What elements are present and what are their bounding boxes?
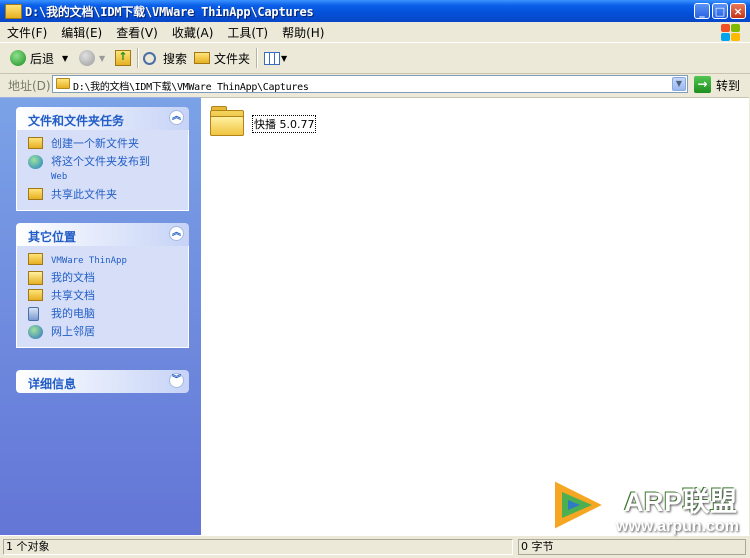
title-bar[interactable]: D:\我的文档\IDM下载\VMWare ThinApp\Captures _ … [0, 0, 750, 23]
back-button[interactable]: 后退 ▼ [10, 48, 68, 68]
task-publish-web-label-2: Web [51, 172, 68, 182]
place-my-documents-label: 我的文档 [51, 271, 95, 284]
menu-tools[interactable]: 工具(T) [220, 22, 275, 43]
collapse-chevron-icon[interactable]: ︽ [169, 110, 184, 125]
views-icon [264, 51, 280, 65]
collapse-chevron-icon[interactable]: ︽ [169, 226, 184, 241]
my-computer-icon [28, 307, 39, 321]
place-shared-documents-label: 共享文档 [51, 289, 95, 302]
my-documents-icon [28, 271, 43, 285]
tasks-panel: 文件和文件夹任务 ︽ 创建一个新文件夹 将这个文件夹发布到 Web 共享此文件夹 [16, 107, 189, 211]
folders-button[interactable]: 文件夹 [194, 48, 250, 68]
back-dropdown-icon[interactable]: ▼ [62, 54, 68, 63]
folder-icon [210, 106, 244, 136]
places-panel-body: VMWare ThinApp 我的文档 共享文档 我的电脑 网上邻居 [16, 246, 189, 348]
folder-icon [28, 253, 43, 265]
place-shared-documents[interactable]: 共享文档 [17, 287, 188, 305]
search-icon [143, 51, 156, 65]
task-new-folder[interactable]: 创建一个新文件夹 [17, 135, 188, 153]
go-button[interactable]: 转到 [716, 77, 740, 94]
task-share-folder-label: 共享此文件夹 [51, 188, 117, 201]
window-title: D:\我的文档\IDM下载\VMWare ThinApp\Captures [25, 5, 314, 19]
place-vmware-thinapp-label: VMWare ThinApp [51, 256, 127, 266]
task-share-folder[interactable]: 共享此文件夹 [17, 186, 188, 204]
forward-dropdown-icon[interactable]: ▼ [99, 54, 105, 63]
up-folder-icon: ↑ [115, 50, 131, 66]
address-bar: 地址(D) D:\我的文档\IDM下载\VMWare ThinApp\Captu… [0, 74, 750, 96]
shared-documents-icon [28, 289, 43, 301]
search-label: 搜索 [163, 51, 188, 66]
address-dropdown-icon[interactable]: ▼ [672, 77, 686, 91]
task-new-folder-label: 创建一个新文件夹 [51, 137, 139, 150]
network-places-icon [28, 325, 43, 339]
toolbar-separator [137, 48, 139, 68]
views-dropdown-icon: ▼ [281, 53, 288, 63]
search-button[interactable]: 搜索 [143, 48, 187, 68]
place-my-documents[interactable]: 我的文档 [17, 269, 188, 287]
address-label: 地址(D) [8, 79, 51, 93]
menu-file[interactable]: 文件(F) [0, 22, 54, 43]
task-publish-web[interactable]: 将这个文件夹发布到 Web [17, 153, 188, 186]
tasks-panel-body: 创建一个新文件夹 将这个文件夹发布到 Web 共享此文件夹 [16, 130, 189, 211]
task-publish-web-label: 将这个文件夹发布到 [51, 155, 150, 168]
address-input[interactable]: D:\我的文档\IDM下载\VMWare ThinApp\Captures ▼ [52, 75, 688, 93]
menu-help[interactable]: 帮助(H) [275, 22, 331, 43]
minimize-button[interactable]: _ [694, 3, 710, 19]
place-my-computer[interactable]: 我的电脑 [17, 305, 188, 323]
place-my-computer-label: 我的电脑 [51, 307, 95, 320]
publish-web-icon [28, 155, 43, 169]
maximize-button[interactable]: □ [712, 3, 728, 19]
details-panel-header[interactable]: 详细信息 ︾ [16, 370, 189, 393]
place-network[interactable]: 网上邻居 [17, 323, 188, 341]
watermark-site: www.arpun.com [616, 518, 739, 535]
share-folder-icon [28, 188, 43, 200]
menu-edit[interactable]: 编辑(E) [54, 22, 109, 43]
arp-logo-icon [553, 478, 607, 532]
up-folder-button[interactable]: ↑ [115, 48, 135, 68]
folder-icon [56, 78, 70, 89]
back-arrow-icon [10, 50, 26, 66]
back-label: 后退 [30, 51, 55, 66]
forward-arrow-icon [79, 50, 95, 66]
tasks-panel-title: 文件和文件夹任务 [28, 114, 125, 128]
places-panel-title: 其它位置 [28, 230, 77, 244]
menu-view[interactable]: 查看(V) [109, 22, 165, 43]
close-button[interactable]: × [730, 3, 746, 19]
menu-favorites[interactable]: 收藏(A) [165, 22, 221, 43]
toolbar: 后退 ▼ ▼ ↑ 搜索 文件夹 ▼ [0, 43, 750, 74]
folders-icon [194, 52, 210, 64]
forward-button[interactable]: ▼ [79, 48, 105, 68]
details-panel: 详细信息 ︾ [16, 370, 189, 393]
status-object-count: 1 个对象 [3, 539, 513, 555]
folders-label: 文件夹 [214, 51, 251, 66]
toolbar-separator [256, 48, 258, 68]
explorer-window: D:\我的文档\IDM下载\VMWare ThinApp\Captures _ … [0, 0, 750, 558]
views-button[interactable]: ▼ [264, 48, 287, 68]
go-arrow-icon[interactable]: → [694, 76, 711, 93]
places-panel-header[interactable]: 其它位置 ︽ [16, 223, 189, 246]
menu-bar: 文件(F) 编辑(E) 查看(V) 收藏(A) 工具(T) 帮助(H) [0, 22, 750, 43]
task-pane: 文件和文件夹任务 ︽ 创建一个新文件夹 将这个文件夹发布到 Web 共享此文件夹 [0, 97, 201, 536]
place-vmware-thinapp[interactable]: VMWare ThinApp [17, 251, 188, 269]
windows-logo-icon [718, 22, 742, 42]
address-path: D:\我的文档\IDM下载\VMWare ThinApp\Captures [73, 82, 309, 93]
expand-chevron-icon[interactable]: ︾ [169, 373, 184, 388]
place-network-label: 网上邻居 [51, 325, 95, 338]
watermark: ARP联盟 www.arpun.com [548, 470, 746, 548]
places-panel: 其它位置 ︽ VMWare ThinApp 我的文档 共享文档 我的电脑 网上邻… [16, 223, 189, 348]
details-panel-title: 详细信息 [28, 377, 77, 391]
new-folder-icon [28, 137, 43, 149]
file-item-name[interactable]: 快播 5.0.77 [252, 115, 317, 133]
folder-app-icon [5, 4, 22, 19]
watermark-brand: ARP联盟 [624, 487, 738, 517]
tasks-panel-header[interactable]: 文件和文件夹任务 ︽ [16, 107, 189, 130]
